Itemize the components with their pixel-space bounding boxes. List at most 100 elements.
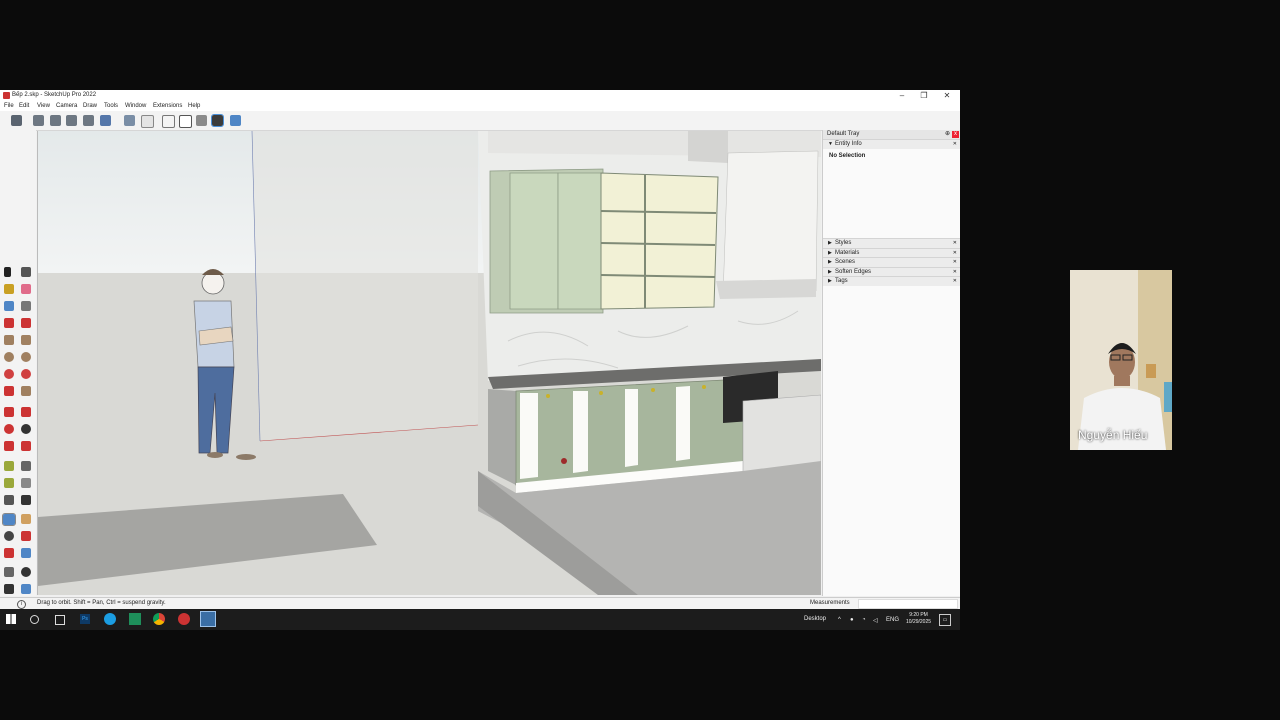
zoom-extents-icon[interactable] — [4, 548, 14, 558]
notifications-icon[interactable]: ▭ — [939, 614, 951, 626]
textured-style-icon[interactable] — [211, 114, 224, 127]
eraser-icon[interactable] — [21, 284, 31, 294]
rotated-rectangle-icon[interactable] — [21, 335, 31, 345]
iso-view-icon[interactable] — [33, 115, 44, 126]
desktop-label[interactable]: Desktop — [804, 616, 826, 622]
rotate-tool-icon[interactable] — [4, 424, 14, 434]
pan-tool-icon[interactable] — [21, 514, 31, 524]
sketchup-taskbar-icon[interactable] — [200, 611, 216, 627]
line-tool-icon[interactable] — [4, 318, 14, 328]
circle-tool-icon[interactable] — [4, 352, 14, 362]
network-icon[interactable]: ◔ — [862, 617, 866, 623]
two-point-arc-icon[interactable] — [21, 369, 31, 379]
menu-extensions[interactable]: Extensions — [153, 101, 182, 111]
tray-pin-icon[interactable]: ⊕ — [945, 130, 950, 139]
backedges-style-icon[interactable] — [141, 115, 154, 128]
rectangle-tool-icon[interactable] — [4, 335, 14, 345]
selection-status: No Selection — [829, 153, 866, 159]
entity-info-panel-header[interactable]: ▼ Entity Info ✕ — [823, 139, 960, 149]
menu-tools[interactable]: Tools — [104, 101, 118, 111]
position-camera-icon[interactable] — [4, 567, 14, 577]
shaded-style-icon[interactable] — [196, 115, 207, 126]
top-view-icon[interactable] — [50, 115, 61, 126]
edge-browser-icon[interactable] — [104, 613, 116, 625]
make-component-icon[interactable] — [4, 301, 14, 311]
sheets-app-icon[interactable] — [129, 613, 141, 625]
participant-video-feed — [1070, 270, 1172, 450]
panel-close-icon[interactable]: ✕ — [953, 140, 957, 149]
hiddenline-style-icon[interactable] — [179, 115, 192, 128]
menu-window[interactable]: Window — [125, 101, 146, 111]
zoom-tool-icon[interactable] — [4, 531, 14, 541]
look-around-icon[interactable] — [21, 567, 31, 577]
orbit-tool-icon[interactable] — [21, 267, 31, 277]
panel-close-icon[interactable]: ✕ — [953, 239, 957, 248]
component-icon[interactable] — [11, 115, 22, 126]
volume-icon[interactable]: ◁ — [873, 617, 878, 624]
walk-tool-icon[interactable] — [4, 584, 14, 594]
section-plane-icon[interactable] — [21, 584, 31, 594]
zoom-window-icon[interactable] — [21, 531, 31, 541]
windows-start-icon[interactable] — [6, 614, 16, 624]
search-icon[interactable] — [30, 615, 39, 624]
3d-text-icon[interactable] — [21, 495, 31, 505]
restore-button[interactable]: ❐ — [913, 90, 935, 101]
monochrome-style-icon[interactable] — [230, 115, 241, 126]
close-button[interactable]: ✕ — [936, 90, 958, 101]
push-pull-icon[interactable] — [21, 407, 31, 417]
styles-panel-header[interactable]: ▶ Styles ✕ — [823, 238, 960, 248]
protractor-icon[interactable] — [4, 478, 14, 488]
axes-tool-icon[interactable] — [4, 495, 14, 505]
polygon-tool-icon[interactable] — [21, 352, 31, 362]
measurements-input[interactable] — [858, 599, 958, 609]
pie-tool-icon[interactable] — [4, 386, 14, 396]
freehand-tool-icon[interactable] — [21, 318, 31, 328]
menu-edit[interactable]: Edit — [19, 101, 29, 111]
chrome-profile-icon[interactable] — [178, 613, 190, 625]
task-view-icon[interactable] — [55, 615, 65, 625]
clock[interactable]: 9:20 PM 10/29/2025 — [906, 612, 931, 626]
cabinet-knob-2 — [599, 391, 603, 395]
collapse-arrow-icon: ▼ — [828, 141, 833, 147]
tags-panel-header[interactable]: ▶ Tags ✕ — [823, 276, 960, 286]
molding-column — [688, 131, 728, 163]
three-point-arc-icon[interactable] — [21, 386, 31, 396]
info-icon[interactable]: i — [17, 600, 26, 609]
panel-close-icon[interactable]: ✕ — [953, 277, 957, 286]
chrome-icon[interactable] — [153, 613, 165, 625]
back-view-icon[interactable] — [100, 115, 111, 126]
offset-tool-icon[interactable] — [21, 441, 31, 451]
menu-help[interactable]: Help — [188, 101, 200, 111]
dimension-tool-icon[interactable] — [21, 461, 31, 471]
tray-close-button[interactable]: x — [952, 131, 959, 138]
arc-tool-icon[interactable] — [4, 369, 14, 379]
previous-view-icon[interactable] — [21, 548, 31, 558]
microphone-icon[interactable]: ● — [850, 617, 854, 623]
tags-label: Tags — [835, 278, 848, 284]
scenes-panel-header[interactable]: ▶ Scenes ✕ — [823, 257, 960, 267]
3d-viewport[interactable] — [37, 131, 821, 595]
menu-file[interactable]: File — [4, 101, 14, 111]
paint-bucket-icon[interactable] — [4, 284, 14, 294]
xray-style-icon[interactable] — [124, 115, 135, 126]
menu-view[interactable]: View — [37, 101, 50, 111]
chevron-up-icon[interactable]: ^ — [838, 617, 841, 623]
participant-name: Nguyễn Hiếu — [1078, 428, 1148, 442]
language-indicator[interactable]: ENG — [886, 617, 899, 623]
tape-tool-icon[interactable] — [4, 461, 14, 471]
follow-me-icon[interactable] — [21, 424, 31, 434]
right-view-icon[interactable] — [83, 115, 94, 126]
wireframe-style-icon[interactable] — [162, 115, 175, 128]
panel-close-icon[interactable]: ✕ — [953, 258, 957, 267]
orbit-active-icon[interactable] — [2, 513, 16, 526]
photoshop-icon[interactable]: Ps — [80, 614, 90, 624]
text-tool-icon[interactable] — [21, 478, 31, 488]
move-tool-icon[interactable] — [4, 407, 14, 417]
front-view-icon[interactable] — [66, 115, 77, 126]
select-tool-icon[interactable] — [4, 267, 11, 277]
scale-tool-icon[interactable] — [4, 441, 14, 451]
menu-draw[interactable]: Draw — [83, 101, 97, 111]
minimize-button[interactable]: – — [891, 90, 913, 101]
menu-camera[interactable]: Camera — [56, 101, 77, 111]
tape-measure-icon[interactable] — [21, 301, 31, 311]
